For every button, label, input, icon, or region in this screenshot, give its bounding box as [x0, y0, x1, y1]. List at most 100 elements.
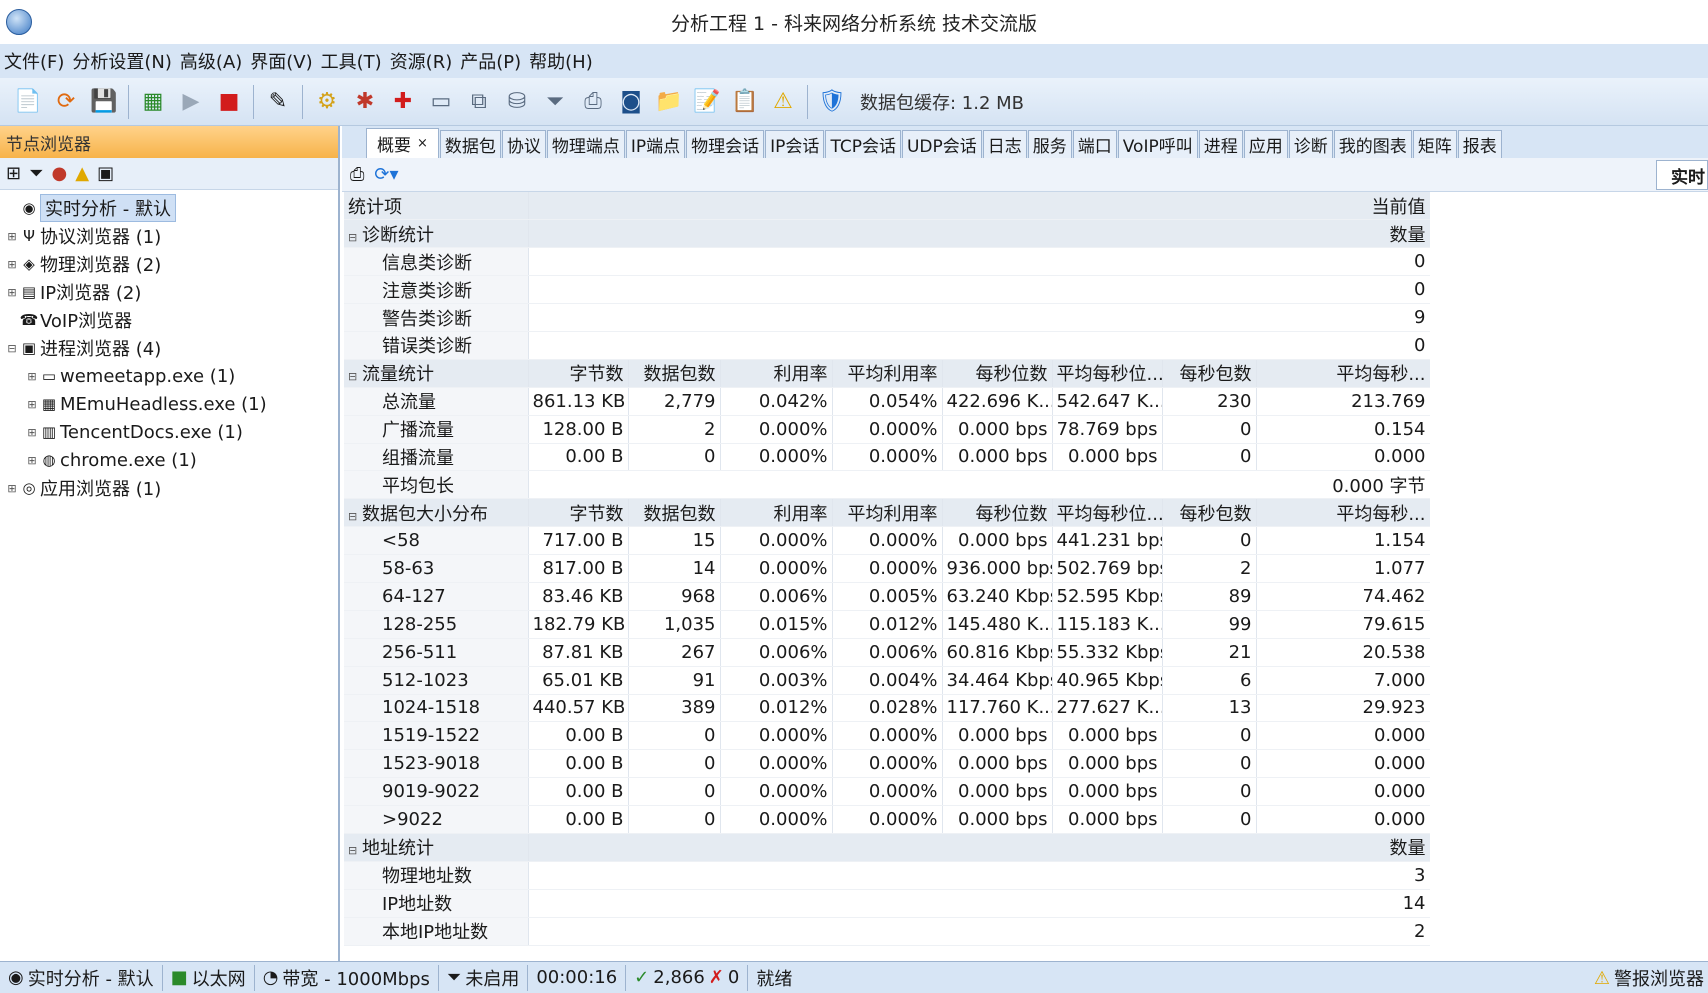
app-logo-icon[interactable] — [6, 9, 32, 35]
packet-output-icon[interactable]: ⎙ — [575, 84, 611, 120]
tree-node[interactable]: ⊞ ◍ chrome.exe (1) — [0, 446, 338, 474]
start-capture-icon[interactable]: ▶ — [173, 84, 209, 120]
tab-7[interactable]: TCP会话 — [825, 130, 901, 158]
window-icon[interactable]: ▭ — [423, 84, 459, 120]
expand-icon[interactable]: ⊞ — [6, 482, 18, 495]
close-icon[interactable]: × — [417, 136, 428, 151]
tab-1[interactable]: 数据包 — [439, 130, 501, 158]
menu-item[interactable]: 界面(V) — [250, 48, 320, 74]
address-book-icon[interactable]: ● — [52, 163, 68, 184]
tab-2[interactable]: 协议 — [501, 130, 546, 158]
expand-icon[interactable]: ⊞ — [6, 230, 18, 243]
alert-browser-button[interactable]: ⚠ 警报浏览器 — [1594, 965, 1704, 991]
expand-icon[interactable]: ⊞ — [26, 426, 38, 439]
alarm-settings-icon[interactable]: ◙ — [613, 84, 649, 120]
collapse-icon[interactable]: ⊟ — [348, 370, 362, 383]
filter-icon[interactable]: ⏷ — [537, 84, 573, 120]
tab-18[interactable]: 报表 — [1457, 130, 1502, 158]
tab-12[interactable]: VoIP呼叫 — [1117, 130, 1198, 158]
tab-10[interactable]: 服务 — [1027, 130, 1072, 158]
adapter-icon[interactable]: ▦ — [135, 84, 171, 120]
menu-item[interactable]: 帮助(H) — [529, 48, 601, 74]
expand-icon[interactable]: ⊞ — [26, 398, 38, 411]
export-icon[interactable]: ⎙ — [350, 164, 364, 185]
status-adapter[interactable]: ■ 以太网 — [163, 964, 255, 991]
menu-item[interactable]: 文件(F) — [4, 48, 72, 74]
refresh-dropdown-icon[interactable]: ⟳▾ — [374, 164, 398, 185]
tab-0[interactable]: 概要 × — [366, 128, 439, 158]
edit-scheme-icon[interactable]: ✎ — [260, 84, 296, 120]
expand-icon[interactable]: ⊞ — [6, 258, 18, 271]
analysis-modules-icon[interactable]: ✱ — [347, 84, 383, 120]
add-node-icon[interactable]: ✚ — [385, 84, 421, 120]
tree-node[interactable]: ☎ VoIP浏览器 — [0, 306, 338, 334]
stat-cell: 0.000 bps — [942, 526, 1053, 556]
status-bandwidth[interactable]: ◔ 带宽 - 1000Mbps — [255, 964, 439, 991]
stat-row: 128-255 182.79 KB 1,035 0.015% 0.012% 145.480… — [344, 610, 1430, 639]
notes-icon[interactable]: 📝 — [689, 84, 725, 120]
tree-node[interactable]: ⊞ ◈ 物理浏览器 (2) — [0, 250, 338, 278]
report-icon[interactable]: 📋 — [727, 84, 763, 120]
add-node-icon[interactable]: ⊞ — [6, 163, 21, 184]
collapse-icon[interactable]: ⊟ — [6, 342, 18, 355]
collapse-icon[interactable]: ⊟ — [348, 510, 362, 523]
database-icon[interactable]: ⛁ — [499, 84, 535, 120]
stat-cell: 0.000% — [832, 526, 943, 556]
tab-5[interactable]: 物理会话 — [686, 130, 765, 158]
expand-icon[interactable]: ⊞ — [26, 370, 38, 383]
tree-node[interactable]: ⊞ ▭ wemeetapp.exe (1) — [0, 362, 338, 390]
section-row-traffic: ⊟ 流量统计 字节数 数据包数 利用率 平均利用率 每秒位数 平均每秒位... 每秒包数 平均每秒… — [344, 359, 1430, 388]
settings-icon[interactable]: ⚙ — [309, 84, 345, 120]
tab-4[interactable]: IP端点 — [625, 130, 686, 158]
tab-16[interactable]: 我的图表 — [1333, 130, 1412, 158]
tab-14[interactable]: 应用 — [1243, 130, 1288, 158]
refresh-icon[interactable]: ⟳ — [48, 84, 84, 120]
ethernet-icon: ■ — [170, 967, 188, 988]
realtime-button[interactable]: 实时 — [1656, 160, 1708, 190]
stop-capture-icon[interactable]: ■ — [211, 84, 247, 120]
tab-15[interactable]: 诊断 — [1288, 130, 1333, 158]
stat-cell: 0.000 — [1256, 721, 1430, 751]
tab-label: TCP会话 — [830, 137, 896, 157]
collapse-icon[interactable]: ⊟ — [348, 844, 362, 857]
stat-cell: 2 — [1162, 554, 1257, 583]
tab-17[interactable]: 矩阵 — [1412, 130, 1457, 158]
menu-item[interactable]: 高级(A) — [180, 48, 250, 74]
tree-node[interactable]: ⊞ Ψ 协议浏览器 (1) — [0, 222, 338, 250]
stat-cell: 0.000% — [720, 526, 833, 556]
expand-icon[interactable]: ⊞ — [6, 286, 18, 299]
warning-icon[interactable]: ⚠ — [765, 84, 801, 120]
tree-node[interactable]: ⊞ ▥ TencentDocs.exe (1) — [0, 418, 338, 446]
tree-node[interactable]: ⊞ ▦ MEmuHeadless.exe (1) — [0, 390, 338, 418]
tab-13[interactable]: 进程 — [1198, 130, 1243, 158]
status-profile[interactable]: ◉ 实时分析 - 默认 — [0, 964, 163, 991]
menu-item[interactable]: 分析设置(N) — [72, 48, 180, 74]
folder-icon[interactable]: 📁 — [651, 84, 687, 120]
tab-9[interactable]: 日志 — [982, 130, 1027, 158]
tab-8[interactable]: UDP会话 — [901, 130, 982, 158]
status-filter[interactable]: ⏷ 未启用 — [439, 964, 529, 991]
tab-label: 服务 — [1032, 137, 1067, 157]
filter-node-icon[interactable]: ⏷ — [29, 163, 43, 184]
tab-label: 端口 — [1077, 137, 1112, 157]
tree-node[interactable]: ⊞ ◎ 应用浏览器 (1) — [0, 474, 338, 502]
tab-3[interactable]: 物理端点 — [546, 130, 625, 158]
filter-icon: ⏷ — [446, 967, 462, 988]
tree-node[interactable]: ◉ 实时分析 - 默认 — [0, 194, 338, 222]
network-profile-icon[interactable]: ⧉ — [461, 84, 497, 120]
shield-icon[interactable]: 🛡 — [814, 84, 850, 120]
menu-item[interactable]: 工具(T) — [321, 48, 390, 74]
menu-item[interactable]: 产品(P) — [460, 48, 529, 74]
expand-icon[interactable]: ⊞ — [26, 454, 38, 467]
export-node-icon[interactable]: ▣ — [97, 163, 114, 184]
tree-node[interactable]: ⊞ ▤ IP浏览器 (2) — [0, 278, 338, 306]
collapse-icon[interactable]: ⊟ — [348, 231, 362, 244]
alarm-node-icon[interactable]: ▲ — [75, 163, 89, 184]
menu-item[interactable]: 资源(R) — [390, 48, 461, 74]
tab-11[interactable]: 端口 — [1072, 130, 1117, 158]
tree-node[interactable]: ⊟ ▣ 进程浏览器 (4) — [0, 334, 338, 362]
stat-row: 错误类诊断 0 — [344, 331, 1430, 360]
tab-6[interactable]: IP会话 — [765, 130, 825, 158]
save-icon[interactable]: 💾 — [86, 84, 122, 120]
new-file-icon[interactable]: 📄 — [10, 84, 46, 120]
